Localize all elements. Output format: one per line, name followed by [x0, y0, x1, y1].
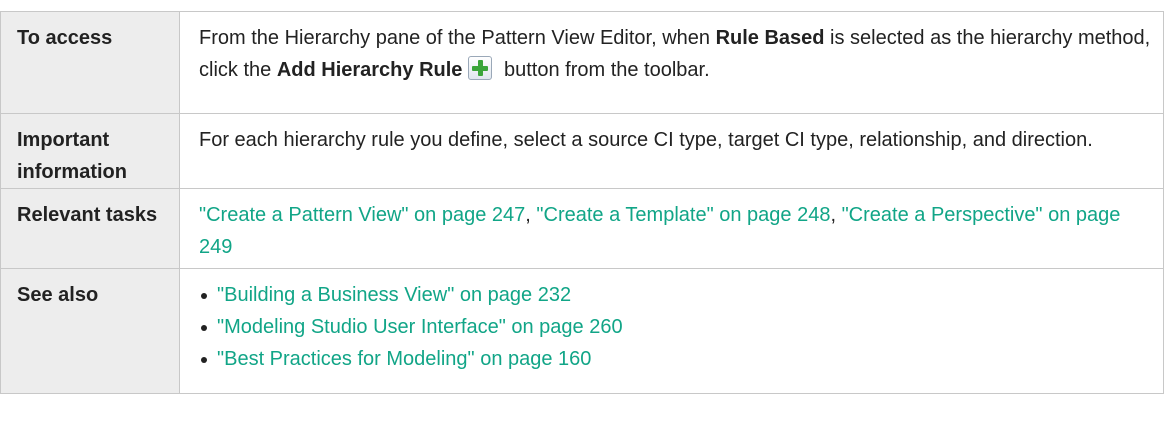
access-bold-rule-based: Rule Based — [715, 27, 825, 49]
list-item: "Building a Business View" on page 232 — [199, 279, 1151, 311]
link-building-business-view[interactable]: "Building a Business View" on page 232 — [217, 284, 571, 306]
row-see-also: See also "Building a Business View" on p… — [0, 268, 1164, 394]
link-separator: , — [525, 204, 537, 226]
row-content: For each hierarchy rule you define, sele… — [179, 113, 1164, 189]
row-to-access: To access From the Hierarchy pane of the… — [0, 11, 1164, 114]
link-best-practices-modeling[interactable]: "Best Practices for Modeling" on page 16… — [217, 348, 591, 370]
link-create-pattern-view[interactable]: "Create a Pattern View" on page 247 — [199, 204, 525, 226]
row-label: See also — [0, 268, 180, 394]
row-label: Important information — [0, 113, 180, 189]
row-relevant-tasks: Relevant tasks "Create a Pattern View" o… — [0, 188, 1164, 269]
row-content: From the Hierarchy pane of the Pattern V… — [179, 11, 1164, 114]
list-item: "Modeling Studio User Interface" on page… — [199, 311, 1151, 343]
access-text-3: button from the toolbar. — [498, 59, 710, 81]
add-plus-icon — [468, 56, 493, 80]
row-content: "Building a Business View" on page 232 "… — [179, 268, 1164, 394]
access-bold-add-hierarchy-rule: Add Hierarchy Rule — [276, 59, 463, 81]
link-create-template[interactable]: "Create a Template" on page 248 — [536, 204, 830, 226]
row-content: "Create a Pattern View" on page 247, "Cr… — [179, 188, 1164, 269]
bullet-icon — [201, 357, 207, 363]
see-also-list: "Building a Business View" on page 232 "… — [199, 279, 1151, 375]
list-item: "Best Practices for Modeling" on page 16… — [199, 343, 1151, 375]
row-important-information: Important information For each hierarchy… — [0, 113, 1164, 189]
row-label: Relevant tasks — [0, 188, 180, 269]
access-text-1: From the Hierarchy pane of the Pattern V… — [199, 27, 716, 49]
bullet-icon — [201, 293, 207, 299]
row-label: To access — [0, 11, 180, 114]
link-separator: , — [830, 204, 842, 226]
info-table: To access From the Hierarchy pane of the… — [0, 11, 1164, 394]
bullet-icon — [201, 325, 207, 331]
link-modeling-studio-ui[interactable]: "Modeling Studio User Interface" on page… — [217, 316, 623, 338]
